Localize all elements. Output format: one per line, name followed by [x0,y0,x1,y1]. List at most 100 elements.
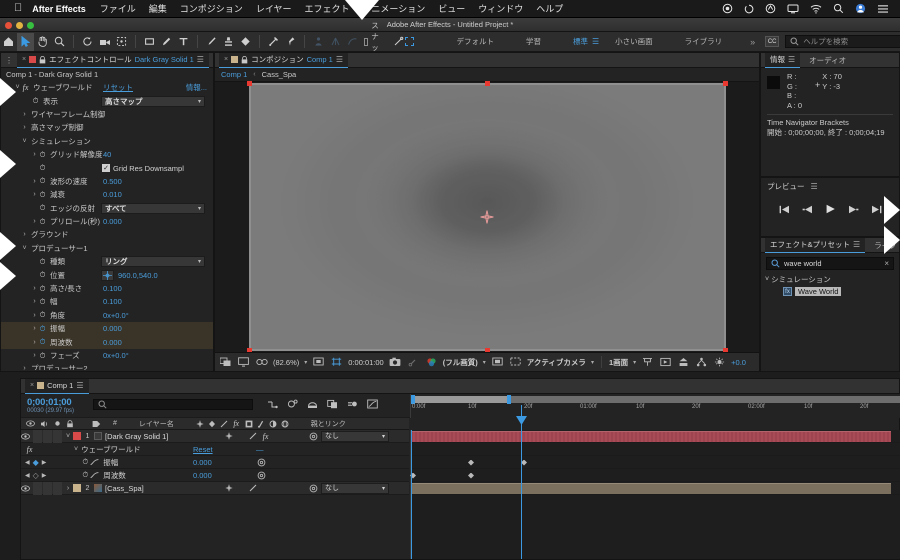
user-icon[interactable] [855,3,866,14]
stopwatch-active-icon[interactable]: ⏱ [38,337,47,347]
parent-dropdown[interactable]: なし▾ [321,483,389,494]
disclosure-closed-icon[interactable]: › [21,231,28,238]
solo-toggle[interactable] [43,430,52,443]
align-icon[interactable] [310,33,327,51]
comp-flowchart-icon[interactable] [695,356,708,369]
table-row[interactable]: ˅ 1 [Dark Gray Solid 1] fx なし▾ [21,430,409,443]
time-navigator-bar[interactable] [411,396,900,403]
track-row-layer1[interactable] [411,430,900,443]
zoom-level[interactable]: (82.6%) [273,358,299,367]
chevron-down-icon[interactable]: ▾ [633,359,636,366]
screen-record-icon[interactable] [722,3,733,14]
show-snapshot-icon[interactable] [407,356,420,369]
solo-icon[interactable] [54,420,61,427]
property-row-frequency[interactable]: › ⏱ 周波数 0.000 [1,335,213,348]
close-icon[interactable]: × [22,56,26,63]
reset-link[interactable]: リセット [103,82,133,93]
view-layout-setting[interactable]: 1画面 [609,357,628,368]
quality-icon[interactable] [220,420,228,428]
disclosure-closed-icon[interactable]: › [63,485,73,492]
parent-dropdown[interactable]: なし▾ [321,431,389,442]
disclosure-open-icon[interactable]: ˅ [21,245,28,252]
layer-name[interactable]: [Dark Gray Solid 1] [105,432,168,441]
tab-audio[interactable]: オーディオ [804,53,851,68]
shape-icon[interactable] [141,33,158,51]
time-navigator-end-bracket[interactable] [507,395,511,404]
menu-item-help[interactable]: ヘルプ [536,2,563,15]
close-icon[interactable]: × [224,56,228,63]
menu-item-composition[interactable]: コンポジション [180,2,243,15]
roto-brush-icon[interactable] [265,33,282,51]
layer-duration-bar[interactable] [411,431,891,442]
stopwatch-icon[interactable]: ⏱ [38,351,47,361]
grid-guides-icon[interactable] [330,356,343,369]
help-search-input[interactable]: ヘルプを検索 [785,35,900,48]
property-row-phase[interactable]: › ⏱ フェーズ 0x+0.0° [1,349,213,362]
stopwatch-icon[interactable]: ⏱ [38,150,47,160]
keyframe-navigator-active-icon[interactable]: ◆ [33,458,39,467]
property-group-simulation[interactable]: ˅ シミュレーション [1,135,213,148]
timeline-ruler[interactable]: 0:00f 10f 20f 01:00f 10f 20f 02:00f 10f … [410,394,900,418]
keyframe[interactable] [468,460,474,466]
clear-icon[interactable]: × [884,259,889,268]
property-group-producer1[interactable]: ˅ プロデューサー1 [1,242,213,255]
parent-link-icon[interactable] [309,432,318,441]
pen-icon[interactable] [158,33,175,51]
workspace-overflow-icon[interactable]: » [750,37,755,47]
property-value[interactable]: 0.000 [193,471,212,480]
crosshair-picker-icon[interactable] [101,270,114,281]
property-value[interactable]: 0.500 [103,177,122,186]
work-area-start[interactable] [411,430,412,559]
mask-view-icon[interactable] [255,356,268,369]
transform-box-icon[interactable] [404,33,415,51]
tab-timeline-comp1[interactable]: × Comp 1 ☰ [25,379,89,394]
motion-blur-icon[interactable] [257,420,265,428]
exposure-value[interactable]: +0.0 [731,358,746,367]
keyframe[interactable] [468,473,474,479]
property-row-angle[interactable]: › ⏱ 角度 0x+0.0° [1,309,213,322]
apple-icon[interactable]:  [14,3,22,14]
position-value[interactable]: 960.0,540.0 [118,271,158,280]
column-label-icon[interactable] [92,420,101,428]
tab-effect-controls[interactable]: × エフェクトコントロール Dark Gray Solid 1 ☰ [17,53,209,68]
app-name-label[interactable]: After Effects [32,4,86,14]
property-value[interactable]: 0.000 [103,338,122,347]
tab-menu-icon[interactable]: ☰ [336,55,343,64]
audio-toggle[interactable] [33,430,42,443]
solo-toggle[interactable] [43,482,52,495]
prev-keyframe-icon[interactable]: ◀ [25,459,30,466]
position-control[interactable]: 960.0,540.0 [101,270,158,281]
layer-duration-bar[interactable] [411,483,891,494]
grid-downsample-checkbox[interactable]: ✓ Grid Res Downsampl [102,164,184,173]
disclosure-closed-icon[interactable]: › [31,178,38,185]
disclosure-closed-icon[interactable]: › [31,151,38,158]
last-frame-icon[interactable] [871,205,882,214]
stopwatch-icon[interactable]: ⏱ [38,270,47,280]
table-row[interactable]: fx ˅ ウェーブワールド Reset — [21,443,409,456]
prev-keyframe-icon[interactable]: ◀ [25,472,30,479]
edge-reflection-dropdown[interactable]: すべて▾ [101,203,205,214]
menu-item-edit[interactable]: 編集 [149,2,167,15]
stopwatch-icon[interactable]: ⏱ [38,217,47,227]
disclosure-closed-icon[interactable]: › [21,111,28,118]
column-layer-name[interactable]: レイヤー名 [139,419,174,429]
disclosure-open-icon[interactable]: ˅ [765,276,769,283]
property-value[interactable]: 0x+0.0° [103,311,129,320]
home-icon[interactable] [0,33,17,51]
lock-toggle[interactable] [53,482,62,495]
stopwatch-icon[interactable]: ⏱ [38,190,47,200]
tab-menu-icon[interactable]: ☰ [853,240,860,249]
workspace-learn[interactable]: 学習 [510,36,557,47]
property-row-grid-resolution[interactable]: › ⏱ グリッド解像度 40 [1,148,213,161]
tab-menu-icon[interactable]: ☰ [76,381,83,390]
timeline-search-input[interactable] [93,399,253,410]
property-row-preroll[interactable]: › ⏱ プリロール(秒) 0.000 [1,215,213,228]
property-row-width[interactable]: › ⏱ 幅 0.100 [1,295,213,308]
eye-icon[interactable] [21,433,33,440]
pixel-aspect-correction-icon[interactable] [641,356,654,369]
property-group-wireframe[interactable]: › ワイヤーフレーム制御 [1,108,213,121]
property-value[interactable]: 0.000 [193,458,212,467]
property-value[interactable]: 0x+0.0° [103,351,129,360]
minimize-icon[interactable] [16,22,23,29]
property-row-edge-reflection[interactable]: ⏱ エッジの反射 すべて▾ [1,202,213,215]
